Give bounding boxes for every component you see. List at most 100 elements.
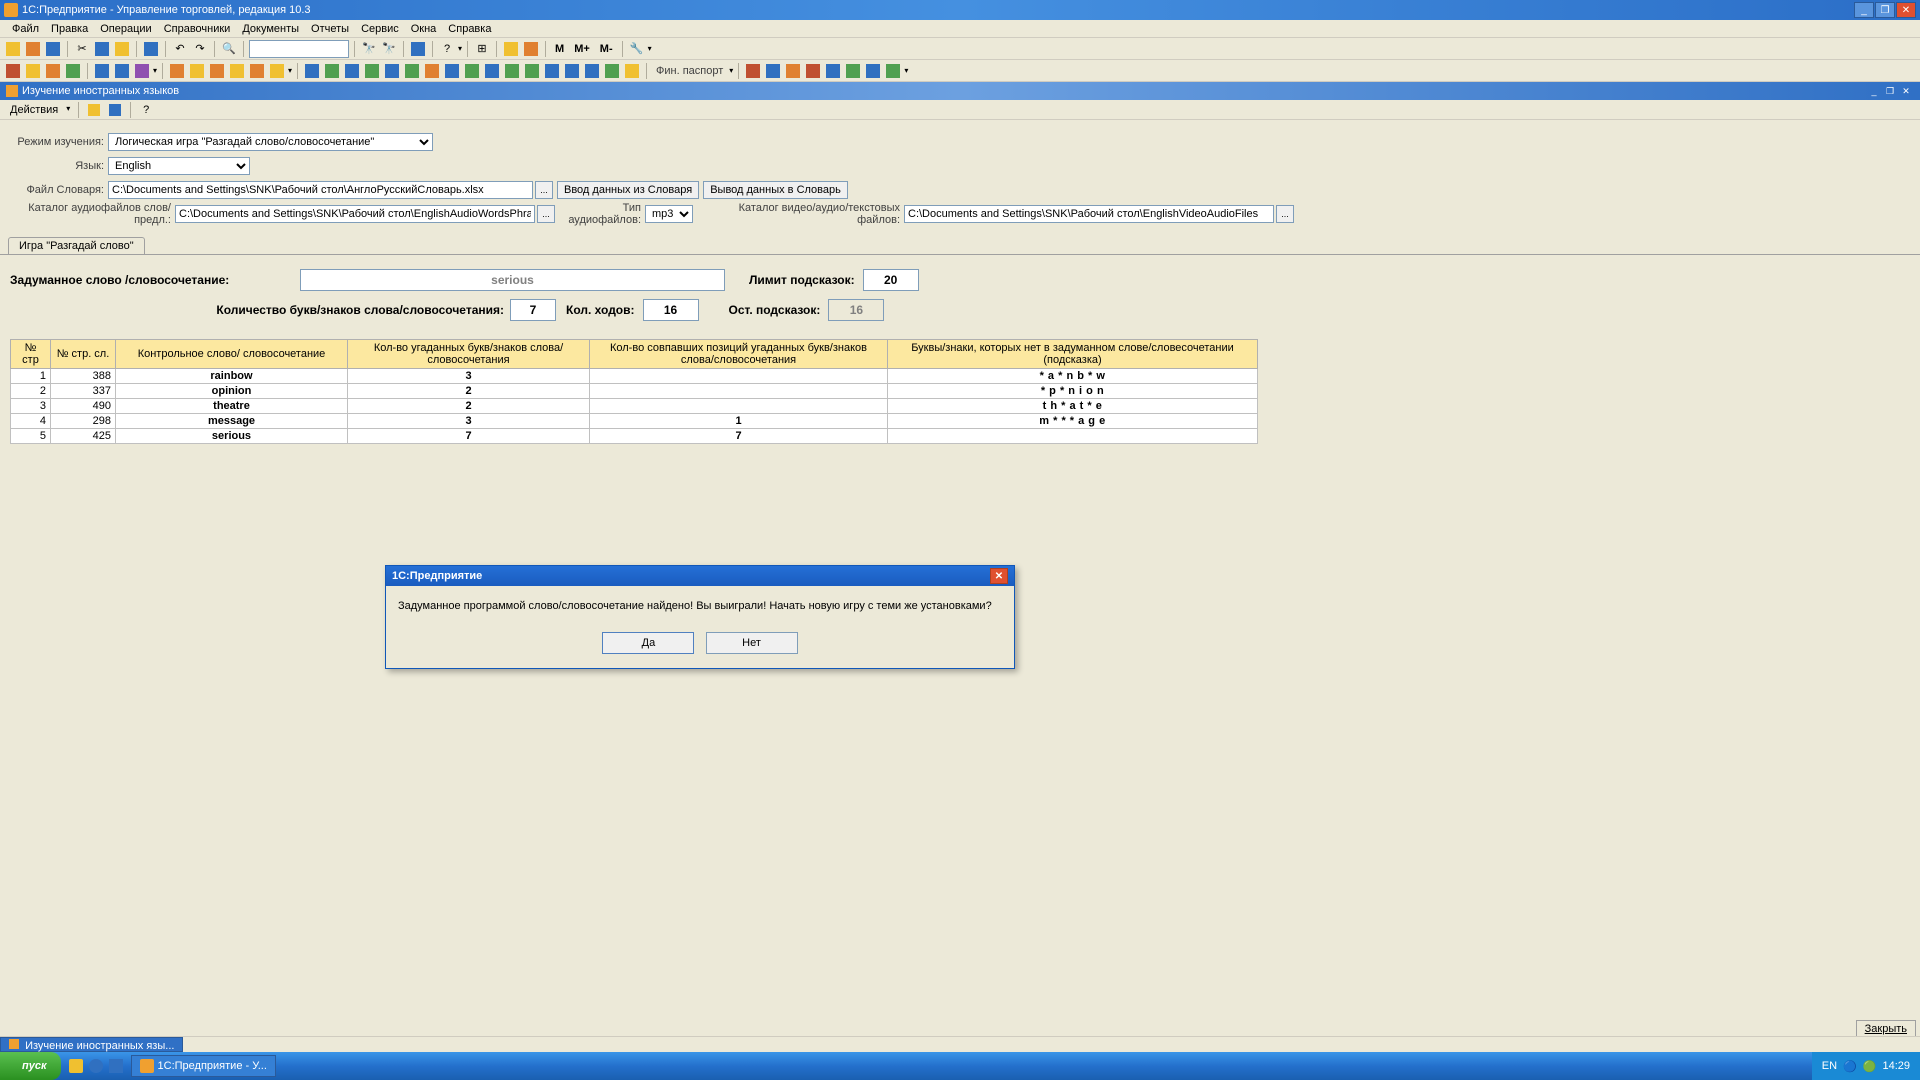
audio-cat-browse[interactable]: ... (537, 205, 555, 223)
t2-icon-28[interactable] (583, 62, 601, 80)
new-icon[interactable] (4, 40, 22, 58)
find-toggle-icon[interactable]: 🔍 (220, 40, 238, 58)
t2-icon-35[interactable] (824, 62, 842, 80)
binoc-left-icon[interactable]: 🔭 (360, 40, 378, 58)
t2-icon-13[interactable] (268, 62, 286, 80)
calc-icon[interactable] (502, 40, 520, 58)
actions-icon-1[interactable] (85, 101, 103, 119)
t2-icon-23[interactable] (483, 62, 501, 80)
mode-select[interactable]: Логическая игра "Разгадай слово/словосоч… (108, 133, 433, 151)
tray-icon-1[interactable]: 🔵 (1843, 1060, 1857, 1073)
t2-icon-11[interactable] (228, 62, 246, 80)
t2-icon-29[interactable] (603, 62, 621, 80)
th-rownum[interactable]: № стр (11, 340, 51, 369)
dialog-no-button[interactable]: Нет (706, 632, 798, 654)
grid-icon[interactable]: ⊞ (473, 40, 491, 58)
taskbar-item-1[interactable]: 1С:Предприятие - У... (131, 1055, 276, 1077)
redo-icon[interactable]: ↷ (191, 40, 209, 58)
t2-icon-10[interactable] (208, 62, 226, 80)
t2-icon-2[interactable] (24, 62, 42, 80)
t2-icon-3[interactable] (44, 62, 62, 80)
clock[interactable]: 14:29 (1882, 1060, 1910, 1072)
t2-icon-34[interactable] (804, 62, 822, 80)
save-icon[interactable] (44, 40, 62, 58)
t2-icon-38[interactable] (884, 62, 902, 80)
quicklaunch-3[interactable] (107, 1057, 125, 1075)
lang-indicator[interactable]: EN (1822, 1060, 1837, 1072)
t2-icon-22[interactable] (463, 62, 481, 80)
th-matched[interactable]: Кол-во совпавших позиций угаданных букв/… (590, 340, 888, 369)
t2-icon-30[interactable] (623, 62, 641, 80)
import-button[interactable]: Ввод данных из Словаря (557, 181, 699, 199)
paste-icon[interactable] (113, 40, 131, 58)
t2-icon-32[interactable] (764, 62, 782, 80)
search-input[interactable] (249, 40, 349, 58)
t2-icon-12[interactable] (248, 62, 266, 80)
audio-cat-input[interactable] (175, 205, 535, 223)
limit-field[interactable]: 20 (863, 269, 919, 291)
table-row[interactable]: 1388rainbow3* a * n b * w (11, 369, 1258, 384)
tools-icon[interactable]: 🔧 (628, 40, 646, 58)
binoc-right-icon[interactable]: 🔭 (380, 40, 398, 58)
memory-mminus[interactable]: M- (596, 43, 617, 55)
t2-icon-5[interactable] (93, 62, 111, 80)
t2-icon-25[interactable] (523, 62, 541, 80)
th-guessed[interactable]: Кол-во угаданных букв/знаков слова/слово… (348, 340, 590, 369)
fin-passport-button[interactable]: Фин. паспорт (652, 65, 727, 77)
t2-icon-26[interactable] (543, 62, 561, 80)
dict-browse-button[interactable]: ... (535, 181, 553, 199)
menu-edit[interactable]: Правка (45, 21, 94, 37)
table-row[interactable]: 3490theatre2t h * a t * e (11, 399, 1258, 414)
t2-icon-19[interactable] (403, 62, 421, 80)
t2-icon-6[interactable] (113, 62, 131, 80)
actions-dropdown[interactable]: Действия (4, 102, 72, 118)
cut-icon[interactable]: ✂ (73, 40, 91, 58)
dialog-yes-button[interactable]: Да (602, 632, 694, 654)
t2-icon-20[interactable] (423, 62, 441, 80)
quicklaunch-1[interactable] (67, 1057, 85, 1075)
start-button[interactable]: пуск (0, 1052, 61, 1080)
t2-icon-1[interactable] (4, 62, 22, 80)
tray-icon-2[interactable]: 🟢 (1863, 1060, 1877, 1073)
th-dictline[interactable]: № стр. сл. (51, 340, 116, 369)
table-row[interactable]: 4298message31m * * * a g e (11, 414, 1258, 429)
t2-icon-33[interactable] (784, 62, 802, 80)
t2-icon-24[interactable] (503, 62, 521, 80)
th-word[interactable]: Контрольное слово/ словосочетание (116, 340, 348, 369)
t2-icon-31[interactable] (744, 62, 762, 80)
video-cat-browse[interactable]: ... (1276, 205, 1294, 223)
dialog-close-button[interactable]: ✕ (990, 568, 1008, 584)
lang-select[interactable]: English (108, 157, 250, 175)
calc2-icon[interactable] (522, 40, 540, 58)
t2-icon-4[interactable] (64, 62, 82, 80)
video-cat-input[interactable] (904, 205, 1274, 223)
maximize-button[interactable]: ❐ (1875, 2, 1895, 18)
actions-icon-2[interactable] (106, 101, 124, 119)
t2-icon-18[interactable] (383, 62, 401, 80)
calendar-icon[interactable] (409, 40, 427, 58)
t2-icon-21[interactable] (443, 62, 461, 80)
menu-operations[interactable]: Операции (94, 21, 157, 37)
menu-help[interactable]: Справка (442, 21, 497, 37)
window-tab-1[interactable]: Изучение иностранных язы... (0, 1037, 183, 1052)
subwindow-maximize[interactable]: ❐ (1882, 84, 1898, 98)
th-hint[interactable]: Буквы/знаки, которых нет в задуманном сл… (888, 340, 1258, 369)
quicklaunch-2[interactable] (87, 1057, 105, 1075)
t2-icon-15[interactable] (323, 62, 341, 80)
dict-input[interactable] (108, 181, 533, 199)
help-icon[interactable]: ? (438, 40, 456, 58)
t2-icon-8[interactable] (168, 62, 186, 80)
undo-icon[interactable]: ↶ (171, 40, 189, 58)
close-button[interactable]: ✕ (1896, 2, 1916, 18)
t2-icon-16[interactable] (343, 62, 361, 80)
memory-m[interactable]: M (551, 43, 568, 55)
t2-icon-9[interactable] (188, 62, 206, 80)
t2-icon-36[interactable] (844, 62, 862, 80)
subwindow-close[interactable]: ✕ (1898, 84, 1914, 98)
t2-icon-17[interactable] (363, 62, 381, 80)
print-icon[interactable] (142, 40, 160, 58)
t2-icon-7[interactable] (133, 62, 151, 80)
menu-reports[interactable]: Отчеты (305, 21, 355, 37)
menu-documents[interactable]: Документы (236, 21, 305, 37)
t2-icon-14[interactable] (303, 62, 321, 80)
